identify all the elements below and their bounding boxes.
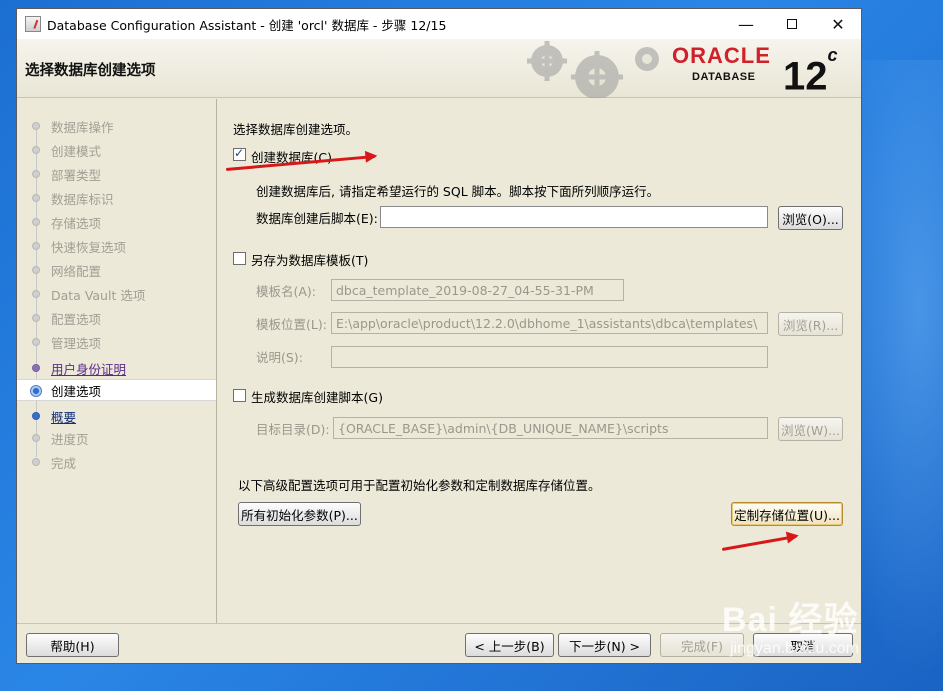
- step-summary[interactable]: 概要: [17, 401, 216, 431]
- header-banner: 选择数据库创建选项 ORACLE DATABASE 12c: [17, 39, 861, 98]
- window-title: Database Configuration Assistant - 创建 'o…: [47, 17, 447, 33]
- create-database-checkbox[interactable]: [233, 146, 246, 161]
- main-content: 选择数据库创建选项。 创建数据库(C) 创建数据库后, 请指定希望运行的 SQL…: [218, 99, 861, 623]
- step-deployment-type: 部署类型: [17, 159, 216, 189]
- template-description-label: 说明(S):: [256, 350, 303, 365]
- step-management-options: 管理选项: [17, 327, 216, 357]
- step-dot-icon: [32, 314, 40, 322]
- template-location-input[interactable]: [331, 312, 768, 334]
- finish-button[interactable]: 完成(F): [660, 633, 744, 657]
- generate-scripts-checkbox[interactable]: [233, 389, 246, 402]
- step-progress: 进度页: [17, 423, 216, 453]
- all-init-params-button[interactable]: 所有初始化参数(P)...: [238, 502, 361, 526]
- custom-storage-button[interactable]: 定制存储位置(U)...: [731, 502, 843, 526]
- step-dot-icon: [32, 458, 40, 466]
- maximize-button[interactable]: [769, 9, 815, 39]
- page-title: 选择数据库创建选项: [25, 63, 156, 79]
- close-button[interactable]: ✕: [815, 9, 861, 39]
- browse-script-button[interactable]: 浏览(O)...: [778, 206, 843, 230]
- create-database-description: 创建数据库后, 请指定希望运行的 SQL 脚本。脚本按下面所列顺序运行。: [256, 184, 660, 199]
- step-database-identification: 数据库标识: [17, 183, 216, 213]
- step-dot-icon: [32, 412, 40, 420]
- step-dot-icon: [32, 266, 40, 274]
- target-directory-input[interactable]: [333, 417, 768, 439]
- save-template-checkbox[interactable]: [233, 252, 246, 265]
- template-name-label: 模板名(A):: [256, 284, 317, 299]
- minimize-button[interactable]: —: [723, 9, 769, 39]
- step-fast-recovery: 快速恢复选项: [17, 231, 216, 261]
- step-dot-icon: [32, 146, 40, 154]
- step-creation-option: 创建选项: [17, 379, 216, 401]
- dbca-window: Database Configuration Assistant - 创建 'o…: [16, 8, 862, 664]
- template-location-label: 模板位置(L):: [256, 317, 327, 332]
- oracle-database-logo: ORACLE DATABASE: [672, 45, 782, 93]
- step-dot-icon: [32, 242, 40, 250]
- step-finish: 完成: [17, 447, 216, 473]
- title-bar: Database Configuration Assistant - 创建 'o…: [17, 9, 861, 39]
- step-storage-option: 存储选项: [17, 207, 216, 237]
- advanced-options-text: 以下高级配置选项可用于配置初始化参数和定制数据库存储位置。: [238, 478, 601, 493]
- oracle-logo-sub: DATABASE: [692, 71, 756, 83]
- help-button[interactable]: 帮助(H): [26, 633, 119, 657]
- step-user-credentials[interactable]: 用户身份证明: [17, 351, 216, 381]
- browse-directory-button[interactable]: 浏览(W)...: [778, 417, 843, 441]
- cancel-button[interactable]: 取消: [753, 633, 853, 657]
- current-step-icon: [30, 385, 42, 397]
- next-button[interactable]: 下一步(N) >: [558, 633, 651, 657]
- back-button[interactable]: < 上一步(B): [465, 633, 554, 657]
- post-script-input[interactable]: [380, 206, 768, 228]
- step-dot-icon: [32, 364, 40, 372]
- gears-icon: [527, 41, 659, 98]
- step-data-vault: Data Vault 选项: [17, 279, 216, 309]
- version-logo: 12c: [783, 45, 838, 99]
- version-suffix: c: [827, 45, 838, 65]
- step-dot-icon: [32, 122, 40, 130]
- step-dot-icon: [32, 338, 40, 346]
- java-app-icon: [25, 16, 41, 32]
- step-database-operation: 数据库操作: [17, 115, 216, 140]
- save-template-label[interactable]: 另存为数据库模板(T): [251, 250, 368, 269]
- generate-scripts-label[interactable]: 生成数据库创建脚本(G): [251, 387, 383, 406]
- post-script-label: 数据库创建后脚本(E):: [256, 211, 378, 226]
- target-directory-label: 目标目录(D):: [256, 422, 330, 437]
- step-dot-icon: [32, 170, 40, 178]
- browse-template-button[interactable]: 浏览(R)...: [778, 312, 843, 336]
- step-creation-mode: 创建模式: [17, 135, 216, 165]
- template-name-input[interactable]: [331, 279, 624, 301]
- footer-bar: 帮助(H) < 上一步(B) 下一步(N) > 完成(F) 取消: [17, 623, 861, 663]
- step-dot-icon: [32, 434, 40, 442]
- steps-sidebar: 数据库操作 创建模式 部署类型 数据库标识 存储选项 快速恢复选项 网络配置 D…: [17, 99, 217, 623]
- step-dot-icon: [32, 290, 40, 298]
- maximize-icon: [787, 19, 797, 29]
- version-number: 12: [783, 54, 828, 99]
- template-description-input[interactable]: [331, 346, 768, 368]
- oracle-logo-word: ORACLE: [672, 43, 771, 68]
- section-heading: 选择数据库创建选项。: [233, 122, 359, 137]
- step-dot-icon: [32, 218, 40, 226]
- step-config-options: 配置选项: [17, 303, 216, 333]
- step-network-config: 网络配置: [17, 255, 216, 285]
- step-dot-icon: [32, 194, 40, 202]
